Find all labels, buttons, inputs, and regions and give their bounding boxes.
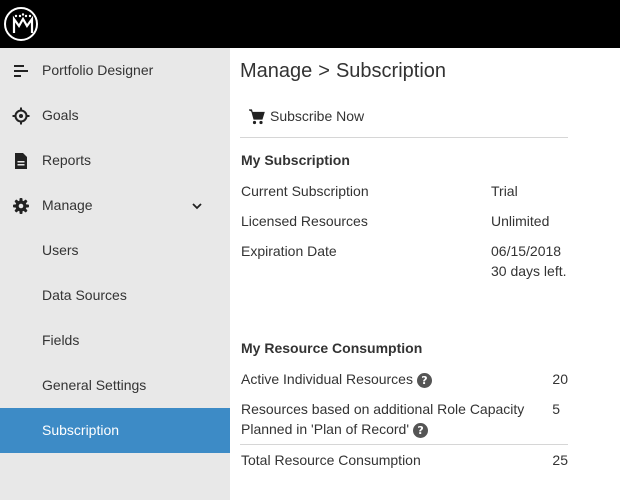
active-individual-resources-label: Active Individual Resources?	[241, 369, 432, 389]
total-resource-consumption-label: Total Resource Consumption	[241, 452, 421, 468]
sidebar-item-data-sources[interactable]: Data Sources	[0, 273, 230, 318]
sidebar-item-subscription[interactable]: Subscription	[0, 408, 230, 453]
sidebar-item-goals[interactable]: Goals	[0, 93, 230, 138]
sidebar-item-fields[interactable]: Fields	[0, 318, 230, 363]
app-logo[interactable]	[4, 7, 38, 41]
target-icon	[12, 107, 30, 125]
total-resource-consumption-value: 25	[552, 452, 568, 468]
sidebar-item-label: Manage	[42, 197, 93, 213]
licensed-resources-label: Licensed Resources	[241, 213, 368, 229]
help-icon[interactable]: ?	[413, 422, 429, 438]
current-subscription-value: Trial	[491, 183, 518, 199]
sidebar-item-label: Goals	[42, 107, 79, 123]
divider	[240, 444, 568, 445]
active-individual-resources-value: 20	[552, 371, 568, 387]
subscribe-now-label: Subscribe Now	[270, 108, 365, 124]
role-capacity-resources-label-line1: Resources based on additional Role Capac…	[241, 401, 525, 417]
sidebar-item-label: Portfolio Designer	[42, 62, 154, 78]
sidebar-item-label: Users	[42, 242, 79, 258]
resource-consumption-title: My Resource Consumption	[241, 340, 423, 356]
breadcrumb-parent[interactable]: Manage	[240, 60, 312, 82]
breadcrumb: Manage > Subscription	[240, 59, 446, 83]
sidebar-item-general-settings[interactable]: General Settings	[0, 363, 230, 408]
sidebar-item-label: General Settings	[42, 377, 147, 393]
portfolio-designer-icon	[14, 65, 28, 77]
help-icon[interactable]: ?	[416, 372, 432, 388]
breadcrumb-separator: >	[318, 60, 330, 82]
sidebar-item-label: Subscription	[42, 422, 120, 438]
my-subscription-title: My Subscription	[241, 152, 350, 168]
role-capacity-resources-value: 5	[552, 401, 560, 417]
sidebar: Portfolio Designer Goals Reports Manage	[0, 48, 230, 500]
divider	[240, 137, 568, 138]
main-content: Manage > Subscription Subscribe Now My Sub…	[230, 48, 620, 500]
sidebar-item-users[interactable]: Users	[0, 228, 230, 273]
sidebar-item-reports[interactable]: Reports	[0, 138, 230, 183]
current-subscription-label: Current Subscription	[241, 183, 369, 199]
role-capacity-resources-text: Planned in 'Plan of Record'	[241, 421, 410, 437]
expiration-date-value: 06/15/2018	[491, 243, 562, 259]
gear-icon	[13, 198, 29, 214]
page-title: Subscription	[335, 60, 447, 82]
subscribe-now-button[interactable]: Subscribe Now	[248, 106, 364, 126]
top-bar	[0, 0, 620, 48]
sidebar-item-portfolio-designer[interactable]: Portfolio Designer	[0, 48, 230, 93]
sidebar-item-label: Fields	[42, 332, 80, 348]
shopping-cart-icon	[249, 108, 265, 124]
sidebar-item-label: Data Sources	[42, 287, 127, 303]
expiration-date-label: Expiration Date	[241, 243, 337, 259]
chevron-down-icon[interactable]	[190, 199, 204, 213]
sidebar-item-label: Reports	[42, 152, 92, 168]
role-capacity-resources-label-line2: Planned in 'Plan of Record'?	[241, 419, 429, 439]
active-individual-resources-text: Active Individual Resources	[241, 371, 413, 387]
document-icon	[15, 153, 27, 169]
sidebar-item-manage[interactable]: Manage	[0, 183, 230, 228]
licensed-resources-value: Unlimited	[491, 213, 550, 229]
days-left-note: 30 days left.	[491, 263, 567, 279]
